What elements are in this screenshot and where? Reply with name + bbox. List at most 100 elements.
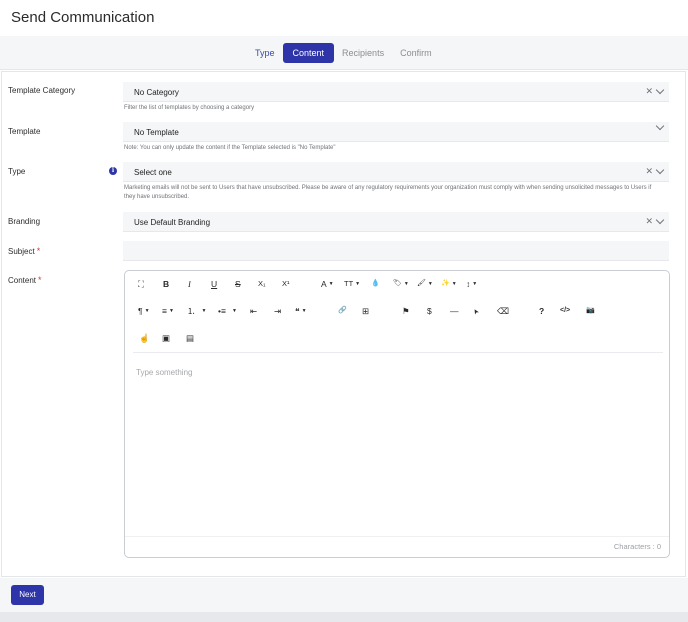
help-icon[interactable]: ? <box>539 305 544 317</box>
type-select[interactable]: Select one ✕ <box>123 162 669 182</box>
brush-icon[interactable]: 🖌 ▼ <box>417 278 433 290</box>
template-label: Template <box>8 127 41 136</box>
brush-glyph: 🖌 <box>417 280 426 287</box>
footer-bar: Next <box>0 578 688 612</box>
branding-value: Use Default Branding <box>134 218 211 227</box>
clear-icon[interactable]: ✕ <box>645 86 653 97</box>
content-label: Content * <box>8 275 42 285</box>
camera-icon[interactable]: 📷 <box>586 305 595 317</box>
type-value: Select one <box>134 168 172 177</box>
wizard-steps-bar: Type Content Recipients Confirm <box>0 36 688 70</box>
branding-label: Branding <box>8 217 41 226</box>
dropdown-caret-icon: ▼ <box>472 281 478 287</box>
chevron-down-icon[interactable] <box>655 121 665 131</box>
subject-input[interactable] <box>123 241 669 261</box>
dollar-icon[interactable]: $ <box>427 305 432 317</box>
font-size-glyph: TT <box>344 279 354 288</box>
tag-icon[interactable]: 🏷 ▼ <box>393 278 409 290</box>
fullscreen-icon[interactable]: ⛶ <box>138 278 144 290</box>
template-category-help: Filter the list of templates by choosing… <box>124 105 255 111</box>
table-icon[interactable]: ⊞ <box>362 305 369 317</box>
template-category-value: No Category <box>134 88 179 97</box>
character-counter: Characters : 0 <box>613 542 661 551</box>
file-icon[interactable]: ▤ <box>186 332 194 344</box>
step-confirm[interactable]: Confirm <box>392 43 440 63</box>
horizontal-rule-icon[interactable]: — <box>450 305 459 317</box>
line-height-icon[interactable]: ↕ ▼ <box>466 278 477 290</box>
eraser-icon[interactable]: ⌫ <box>497 305 509 317</box>
strikethrough-icon[interactable]: S <box>235 278 241 290</box>
dropdown-caret-icon: ▼ <box>355 281 361 287</box>
required-marker: * <box>36 246 41 256</box>
template-category-label: Template Category <box>8 86 76 95</box>
chevron-down-icon[interactable] <box>655 85 665 95</box>
template-select[interactable]: No Template <box>123 121 669 142</box>
toolbar-divider <box>133 352 663 353</box>
ink-icon[interactable]: 💧 <box>371 278 380 290</box>
hand-icon[interactable]: ☝ <box>139 332 150 344</box>
dropdown-caret-icon: ▼ <box>201 308 207 314</box>
template-category-select[interactable]: No Category ✕ <box>123 82 669 102</box>
line-height-glyph: ↕ <box>466 279 471 289</box>
tag-glyph: 🏷 <box>393 280 402 287</box>
clear-icon[interactable]: ✕ <box>645 166 653 177</box>
content-editor: ⛶ B I U S X₁ X¹ A ▼ TT ▼ 💧 🏷 ▼ 🖌 ▼ ✨ ▼ ↕ ▼ ¶ ▼ … <box>124 270 670 558</box>
embed-icon[interactable]: ▣ <box>162 332 170 344</box>
next-button[interactable]: Next <box>11 585 44 605</box>
quote-icon[interactable]: ❝ ▼ <box>295 305 307 317</box>
page-header: Send Communication <box>0 0 688 36</box>
branding-select[interactable]: Use Default Branding ✕ <box>123 212 669 232</box>
flag-icon[interactable]: ⚑ <box>402 305 410 317</box>
paragraph-glyph: ¶ <box>138 306 143 316</box>
wizard-steps: Type Content Recipients Confirm <box>247 43 440 63</box>
underline-icon[interactable]: U <box>211 278 217 290</box>
magic-icon[interactable]: ✨ ▼ <box>441 278 457 290</box>
subject-label: Subject * <box>8 246 40 256</box>
required-marker: * <box>38 275 42 285</box>
dropdown-caret-icon: ▼ <box>168 308 174 314</box>
step-type[interactable]: Type <box>247 43 283 63</box>
paragraph-icon[interactable]: ¶ ▼ <box>138 305 150 317</box>
chevron-down-icon[interactable] <box>655 165 665 175</box>
step-content[interactable]: Content <box>282 43 335 63</box>
template-value: No Template <box>134 128 179 137</box>
info-icon[interactable]: i <box>109 167 117 175</box>
page-title: Send Communication <box>11 9 155 26</box>
outdent-icon[interactable]: ⇤ <box>250 305 257 317</box>
italic-icon[interactable]: I <box>188 278 191 290</box>
dropdown-caret-icon: ▼ <box>403 281 409 287</box>
dropdown-caret-icon: ▼ <box>328 281 334 287</box>
ordered-list-glyph: ⒈ <box>187 306 196 316</box>
superscript-icon[interactable]: X¹ <box>282 278 290 290</box>
cursor-icon[interactable]: ➤ <box>470 305 483 316</box>
dropdown-caret-icon: ▼ <box>301 308 307 314</box>
step-recipients[interactable]: Recipients <box>334 43 392 63</box>
bold-icon[interactable]: B <box>163 278 169 290</box>
dropdown-caret-icon: ▼ <box>427 281 433 287</box>
link-icon[interactable]: 🔗 <box>338 305 347 317</box>
subject-label-text: Subject <box>8 247 35 256</box>
subscript-icon[interactable]: X₁ <box>258 278 266 290</box>
dropdown-caret-icon: ▼ <box>451 281 457 287</box>
content-label-text: Content <box>8 276 37 285</box>
unordered-list-glyph: •≡ <box>218 306 226 316</box>
align-glyph: ≡ <box>162 306 167 316</box>
font-color-glyph: A <box>321 279 327 289</box>
align-icon[interactable]: ≡ ▼ <box>162 305 174 317</box>
dropdown-caret-icon: ▼ <box>144 308 150 314</box>
magic-glyph: ✨ <box>441 280 450 287</box>
indent-icon[interactable]: ⇥ <box>274 305 281 317</box>
dropdown-caret-icon: ▼ <box>231 308 237 314</box>
quote-glyph: ❝ <box>295 306 300 316</box>
ordered-list-icon[interactable]: ⒈ ▼ <box>187 305 206 317</box>
font-color-icon[interactable]: A ▼ <box>321 278 334 290</box>
bottom-strip <box>0 612 688 622</box>
chevron-down-icon[interactable] <box>655 215 665 225</box>
code-view-icon[interactable]: </> <box>560 305 570 317</box>
font-size-icon[interactable]: TT ▼ <box>344 278 360 290</box>
unordered-list-icon[interactable]: •≡ ▼ <box>218 305 237 317</box>
counter-divider <box>125 536 669 537</box>
editor-placeholder[interactable]: Type something <box>136 368 192 377</box>
clear-icon[interactable]: ✕ <box>645 216 653 227</box>
type-help: Marketing emails will not be sent to Use… <box>124 185 652 200</box>
